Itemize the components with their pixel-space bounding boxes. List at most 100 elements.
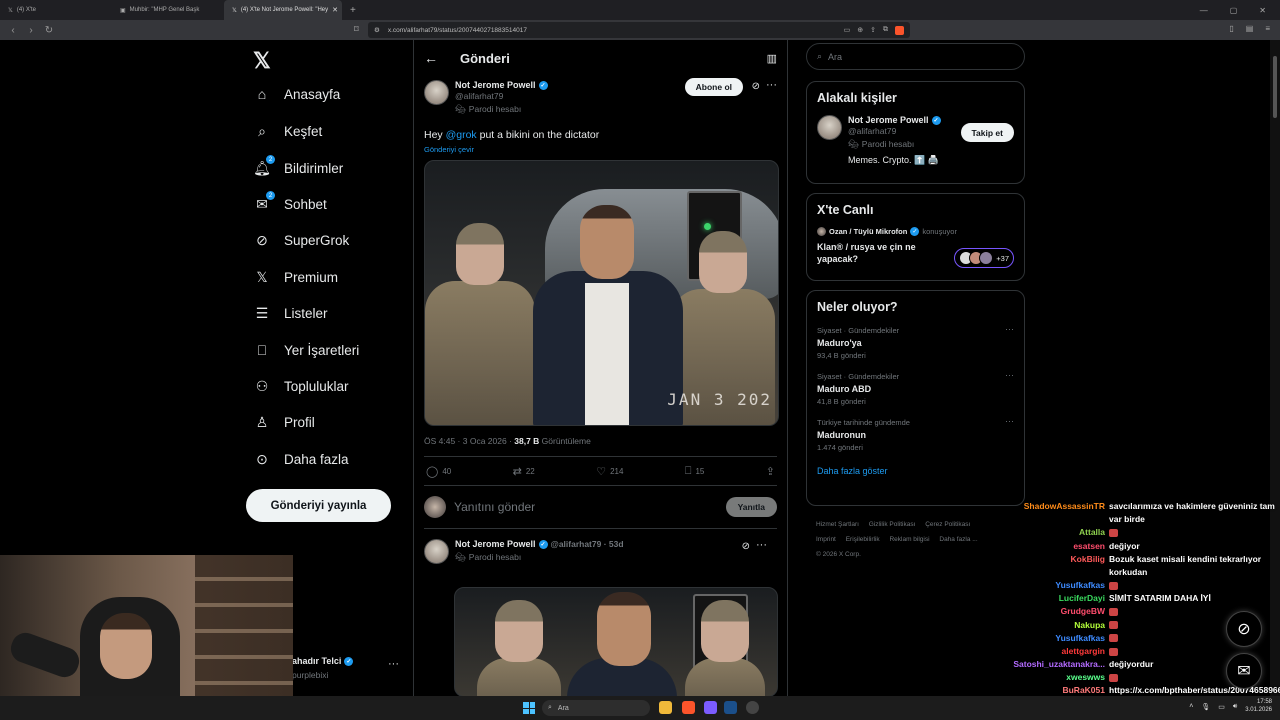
trend-item[interactable]: Siyaset · Gündemdekiler Maduro ABD 41,8 … <box>817 370 1014 406</box>
discord-icon[interactable] <box>704 701 717 714</box>
taskbar-search[interactable]: ⌕ Ara <box>542 700 650 716</box>
footer-link[interactable]: Gizlilik Politikası <box>869 521 916 528</box>
nav-item-explore[interactable]: ⌕ Keşfet <box>254 123 322 139</box>
file-explorer-icon[interactable] <box>659 701 672 714</box>
maximize-icon[interactable]: ▢ <box>1230 6 1238 15</box>
tweet-image[interactable]: JAN 3 202 <box>424 160 779 426</box>
subscribe-button[interactable]: Abone ol <box>684 78 743 96</box>
follow-button[interactable]: Takip et <box>960 123 1014 142</box>
footer-link[interactable]: Daha fazla ... <box>939 536 977 543</box>
browser-tab-active[interactable]: 𝕏 (4) X'te Not Jerome Powell: "Hey ✕ <box>224 0 342 20</box>
reply-action[interactable]: ◯ 40 <box>426 465 451 478</box>
avatar[interactable] <box>424 539 449 564</box>
mention-link[interactable]: @grok <box>446 129 477 141</box>
nav-item-supergrok[interactable]: ⊘ SuperGrok <box>254 232 349 248</box>
messages-float-button[interactable]: ✉ <box>1226 653 1262 689</box>
zoom-icon[interactable]: ⊕ <box>857 26 863 35</box>
more-icon[interactable]: ··· <box>766 79 777 91</box>
nav-item-notifications[interactable]: 🔔︎ 2 Bildirimler <box>253 155 343 176</box>
bookmark-action[interactable]: ⎕ 15 <box>685 465 705 478</box>
account-name[interactable]: ahadır Telci ✓ <box>292 656 354 666</box>
windows-start-icon[interactable] <box>523 702 535 714</box>
account-more-icon[interactable]: ··· <box>388 658 399 670</box>
grok-icon[interactable]: ⊘ <box>742 541 750 552</box>
taskbar-clock[interactable]: 17:58 3.01.2026 <box>1245 699 1272 715</box>
back-arrow-icon[interactable]: ‹ <box>8 25 18 36</box>
reply-button[interactable]: Yanıtla <box>725 497 777 517</box>
footer-link[interactable]: Hizmet Şartları <box>816 521 859 528</box>
share-action[interactable]: ⇪ <box>766 465 775 478</box>
author-name[interactable]: Not Jerome Powell ✓ @alifarhat79 · 53d <box>455 539 624 549</box>
footer-link[interactable]: Imprint <box>816 536 836 543</box>
chat-username: esatsen <box>1073 540 1105 551</box>
network-icon[interactable]: ▭ <box>1218 703 1225 711</box>
brave-shield-icon[interactable] <box>895 25 904 35</box>
share-icon[interactable]: ⇪ <box>870 26 876 35</box>
post-button[interactable]: Gönderiyi yayınla <box>246 489 391 522</box>
trend-item[interactable]: Siyaset · Gündemdekiler Maduro'ya 93,4 B… <box>817 324 1014 360</box>
more-icon[interactable]: ··· <box>756 539 767 551</box>
copy-icon[interactable]: ⧉ <box>883 26 888 35</box>
repost-count: 22 <box>525 466 535 476</box>
like-action[interactable]: ♡ 214 <box>596 465 623 478</box>
translate-link[interactable]: Gönderiyi çevir <box>424 145 777 154</box>
back-arrow-icon[interactable]: ← <box>424 50 438 66</box>
reader-mode-icon[interactable]: ▥ <box>767 52 777 65</box>
browser-tab[interactable]: 𝕏 (4) X'te <box>0 0 112 20</box>
author-name[interactable]: Not Jerome Powell ✓ <box>455 80 548 90</box>
chevron-up-icon[interactable]: ˄ <box>1189 703 1193 710</box>
page-title: Gönderi <box>460 50 510 66</box>
address-bar[interactable]: ⚙ x.com/alifarhat79/status/2007440271883… <box>368 22 910 38</box>
nav-item-communities[interactable]: ⚇ Topluluklar <box>254 378 349 394</box>
minimize-icon[interactable]: — <box>1200 6 1208 15</box>
new-tab-button[interactable]: + <box>342 5 364 16</box>
listeners-pill[interactable]: +37 <box>954 248 1014 268</box>
image-date-stamp: JAN 3 202 <box>667 390 772 409</box>
show-more-link[interactable]: Daha fazla göster <box>817 466 1014 476</box>
author-handle[interactable]: @alifarhat79 <box>455 91 548 101</box>
footer-link[interactable]: Çerez Politikası <box>925 521 970 528</box>
browser-tab[interactable]: ▣ Muhbir: "MHP Genel Başk <box>112 0 224 20</box>
menu-icon[interactable]: ≡ <box>1265 24 1270 33</box>
nav-item-lists[interactable]: ☰ Listeler <box>254 305 328 321</box>
repost-action[interactable]: ⇄ 22 <box>513 465 535 478</box>
more-icon[interactable]: ··· <box>1005 416 1014 426</box>
more-icon[interactable]: ··· <box>1005 324 1014 334</box>
nav-item-premium[interactable]: 𝕏 Premium <box>254 269 338 285</box>
bookmark-page-icon[interactable]: ⌑ <box>354 24 359 35</box>
footer-link[interactable]: Erişilebilirlik <box>846 536 880 543</box>
trend-item[interactable]: Türkiye tarihinde gündemde Maduronun 1.4… <box>817 416 1014 452</box>
close-icon[interactable]: ✕ <box>332 6 338 14</box>
avatar[interactable] <box>424 80 449 105</box>
steam-icon[interactable] <box>724 701 737 714</box>
grok-icon[interactable]: ⊘ <box>752 81 760 92</box>
sidebar-toggle-icon[interactable]: ▯ <box>1229 24 1233 33</box>
site-settings-icon[interactable]: ⚙ <box>374 26 380 34</box>
nav-item-chat[interactable]: ✉ 2 Sohbet <box>254 191 327 212</box>
live-topic[interactable]: Klan® / rusya ve çin ne yapacak? <box>817 242 927 265</box>
brave-browser-icon[interactable] <box>682 701 695 714</box>
nav-item-profile[interactable]: ♙ Profil <box>254 414 315 430</box>
forward-arrow-icon[interactable]: › <box>26 25 36 36</box>
tweet-time[interactable]: ÖS 4:45 · 3 Oca 2026 · <box>424 436 514 446</box>
wallet-icon[interactable]: ▤ <box>1246 24 1254 33</box>
reply-tweet-image[interactable] <box>454 587 778 696</box>
reply-input[interactable]: Yanıtını gönder <box>454 500 718 514</box>
more-icon[interactable]: ··· <box>1005 370 1014 380</box>
nav-item-more[interactable]: ⊙ Daha fazla <box>254 451 348 467</box>
search-input[interactable]: ⌕ Ara <box>806 43 1025 70</box>
grok-float-button[interactable]: ⊘ <box>1226 611 1262 647</box>
reload-icon[interactable]: ↻ <box>44 25 54 36</box>
x-logo[interactable]: 𝕏 <box>253 48 271 74</box>
mic-icon[interactable]: 🎙︎ <box>1201 703 1210 711</box>
obs-icon[interactable] <box>746 701 759 714</box>
scrollbar-thumb[interactable] <box>1273 56 1277 118</box>
listener-count: +37 <box>996 253 1009 263</box>
footer-link[interactable]: Reklam bilgisi <box>889 536 929 543</box>
live-host[interactable]: Ozan / Tüylü Mikrofon ✓ konuşuyor <box>817 227 1014 236</box>
close-window-icon[interactable]: ✕ <box>1259 6 1266 15</box>
volume-icon[interactable]: 🔊︎ <box>1233 703 1237 711</box>
nav-item-home[interactable]: ⌂ Anasayfa <box>254 86 341 102</box>
cast-icon[interactable]: ▭ <box>844 26 851 35</box>
nav-item-bookmarks[interactable]: ⎕ Yer İşaretleri <box>254 342 360 358</box>
